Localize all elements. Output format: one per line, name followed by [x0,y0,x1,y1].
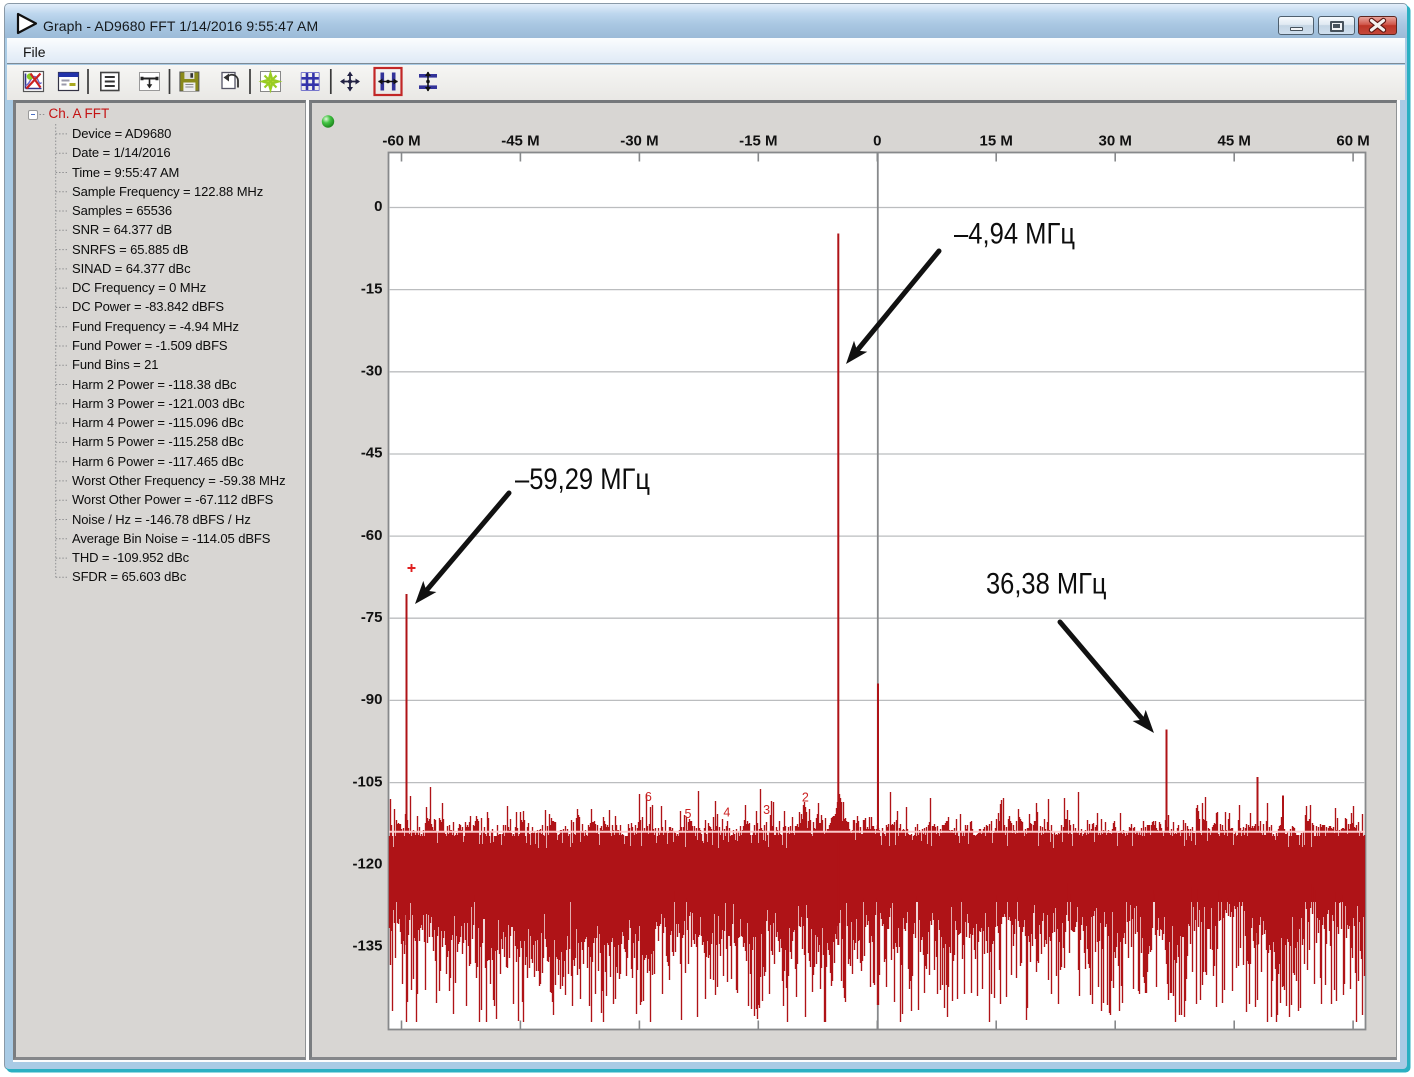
svg-text:-120: -120 [352,855,382,872]
svg-text:4: 4 [723,806,730,820]
svg-text:-45 M: -45 M [501,133,539,150]
svg-text:5: 5 [685,807,692,821]
svg-text:-60 M: -60 M [382,133,420,150]
svg-text:–59,29 МГц: –59,29 МГц [515,463,650,496]
svg-text:3: 3 [763,803,770,817]
svg-text:36,38 МГц: 36,38 МГц [986,568,1107,601]
svg-text:-15: -15 [361,280,383,297]
svg-text:–4,94 МГц: –4,94 МГц [954,218,1075,251]
svg-text:-75: -75 [361,609,383,626]
svg-text:-60: -60 [361,527,383,544]
svg-text:-105: -105 [352,773,382,790]
svg-text:15 M: 15 M [980,133,1013,150]
svg-text:-15 M: -15 M [739,133,777,150]
svg-text:-90: -90 [361,691,383,708]
svg-text:-30 M: -30 M [620,133,658,150]
svg-text:6: 6 [645,790,652,804]
svg-text:-135: -135 [352,938,382,955]
svg-text:60 M: 60 M [1336,133,1369,150]
svg-text:2: 2 [802,791,809,805]
svg-text:45 M: 45 M [1218,133,1251,150]
svg-text:-45: -45 [361,445,383,462]
svg-text:30 M: 30 M [1099,133,1132,150]
svg-text:0: 0 [374,198,382,215]
svg-text:0: 0 [873,133,881,150]
svg-text:-30: -30 [361,363,383,380]
